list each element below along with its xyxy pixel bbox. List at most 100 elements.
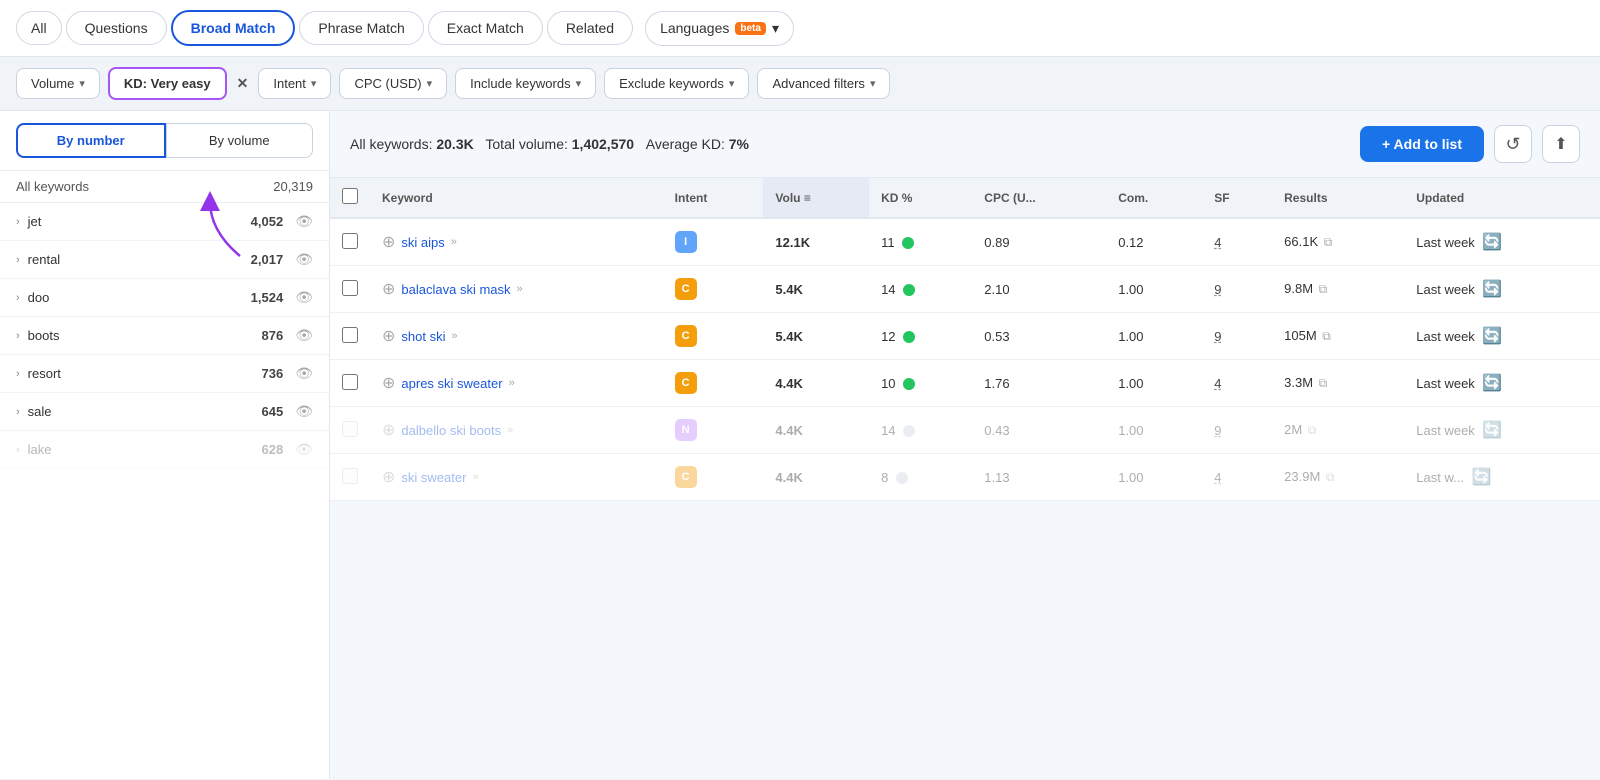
intent-badge: C — [675, 325, 697, 347]
copy-icon[interactable]: ⧉ — [1324, 235, 1333, 249]
intent-filter-btn[interactable]: Intent ▾ — [258, 68, 331, 99]
visibility-icon[interactable]: 👁 — [295, 441, 313, 458]
row-checkbox[interactable] — [342, 374, 358, 390]
sidebar-header-count: 20,319 — [273, 179, 313, 194]
tab-questions[interactable]: Questions — [66, 11, 167, 45]
copy-icon[interactable]: ⧉ — [1322, 329, 1331, 343]
sidebar-keyword-count: 645 — [262, 404, 284, 419]
cpc-filter-btn[interactable]: CPC (USD) ▾ — [339, 68, 447, 99]
row-checkbox[interactable] — [342, 468, 358, 484]
row-check-cell[interactable] — [330, 360, 370, 407]
tab-all[interactable]: All — [16, 11, 62, 45]
sidebar-item[interactable]: › lake 628 👁 — [0, 431, 329, 469]
keyword-link[interactable]: ⊕ shot ski » — [382, 326, 651, 346]
row-checkbox[interactable] — [342, 421, 358, 437]
export-button[interactable]: ⬆ — [1542, 125, 1580, 163]
keyword-chevron-icon: » — [451, 330, 457, 342]
visibility-icon[interactable]: 👁 — [295, 403, 313, 420]
tabs-bar: All Questions Broad Match Phrase Match E… — [0, 0, 1600, 57]
keyword-link[interactable]: ⊕ ski aips » — [382, 232, 651, 252]
include-keywords-btn[interactable]: Include keywords ▾ — [455, 68, 596, 99]
row-check-cell[interactable] — [330, 313, 370, 360]
row-com-cell: 1.00 — [1106, 313, 1202, 360]
languages-chevron: ▾ — [772, 20, 779, 37]
add-keyword-icon[interactable]: ⊕ — [382, 326, 395, 346]
sidebar-list: › jet 4,052 👁 › rental 2,017 👁 › doo 1,5… — [0, 203, 329, 779]
row-checkbox[interactable] — [342, 233, 358, 249]
row-intent-cell: I — [663, 218, 764, 266]
kd-dot-icon — [896, 472, 908, 484]
by-volume-toggle[interactable]: By volume — [166, 123, 314, 158]
sidebar: By number By volume All keywords 20,319 … — [0, 111, 330, 779]
row-check-cell[interactable] — [330, 266, 370, 313]
row-checkbox[interactable] — [342, 327, 358, 343]
exclude-keywords-btn[interactable]: Exclude keywords ▾ — [604, 68, 749, 99]
sf-value: 4 — [1214, 376, 1221, 391]
visibility-icon[interactable]: 👁 — [295, 251, 313, 268]
refresh-button[interactable]: ↺ — [1494, 125, 1532, 163]
sidebar-item[interactable]: › rental 2,017 👁 — [0, 241, 329, 279]
sidebar-keyword-label: resort — [28, 366, 256, 381]
row-refresh-icon[interactable]: 🔄 — [1482, 422, 1502, 439]
sidebar-keyword-count: 4,052 — [251, 214, 284, 229]
row-check-cell[interactable] — [330, 407, 370, 454]
tab-phrase-match[interactable]: Phrase Match — [299, 11, 423, 45]
add-keyword-icon[interactable]: ⊕ — [382, 279, 395, 299]
row-refresh-icon[interactable]: 🔄 — [1482, 375, 1502, 392]
copy-icon[interactable]: ⧉ — [1308, 423, 1317, 437]
sidebar-item[interactable]: › jet 4,052 👁 — [0, 203, 329, 241]
row-volume-cell: 4.4K — [763, 360, 869, 407]
sidebar-item[interactable]: › doo 1,524 👁 — [0, 279, 329, 317]
by-number-toggle[interactable]: By number — [16, 123, 166, 158]
visibility-icon[interactable]: 👁 — [295, 213, 313, 230]
select-all-checkbox[interactable] — [342, 188, 358, 204]
expand-arrow-icon: › — [16, 292, 20, 304]
visibility-icon[interactable]: 👁 — [295, 365, 313, 382]
add-keyword-icon[interactable]: ⊕ — [382, 420, 395, 440]
col-volume[interactable]: Volu ≡ — [763, 178, 869, 218]
row-refresh-icon[interactable]: 🔄 — [1482, 234, 1502, 251]
kd-filter-close-btn[interactable]: ✕ — [235, 75, 251, 92]
tab-related[interactable]: Related — [547, 11, 633, 45]
row-check-cell[interactable] — [330, 218, 370, 266]
sf-value: 4 — [1214, 470, 1221, 485]
row-updated-cell: Last week 🔄 — [1404, 218, 1600, 266]
row-refresh-icon[interactable]: 🔄 — [1472, 469, 1492, 486]
add-to-list-button[interactable]: + Add to list — [1360, 126, 1484, 162]
intent-badge: I — [675, 231, 697, 253]
row-cpc-cell: 1.76 — [972, 360, 1106, 407]
keyword-link[interactable]: ⊕ apres ski sweater » — [382, 373, 651, 393]
visibility-icon[interactable]: 👁 — [295, 327, 313, 344]
row-refresh-icon[interactable]: 🔄 — [1482, 328, 1502, 345]
copy-icon[interactable]: ⧉ — [1319, 282, 1328, 296]
sidebar-item[interactable]: › boots 876 👁 — [0, 317, 329, 355]
visibility-icon[interactable]: 👁 — [295, 289, 313, 306]
row-cpc-cell: 0.89 — [972, 218, 1106, 266]
total-keywords: 20.3K — [436, 136, 473, 152]
row-refresh-icon[interactable]: 🔄 — [1482, 281, 1502, 298]
summary-actions: + Add to list ↺ ⬆ — [1360, 125, 1580, 163]
row-checkbox[interactable] — [342, 280, 358, 296]
keyword-link[interactable]: ⊕ balaclava ski mask » — [382, 279, 651, 299]
add-keyword-icon[interactable]: ⊕ — [382, 232, 395, 252]
copy-icon[interactable]: ⧉ — [1319, 376, 1328, 390]
keyword-link[interactable]: ⊕ ski sweater » — [382, 467, 651, 487]
tab-exact-match[interactable]: Exact Match — [428, 11, 543, 45]
volume-filter-btn[interactable]: Volume ▾ — [16, 68, 100, 99]
add-keyword-icon[interactable]: ⊕ — [382, 467, 395, 487]
sidebar-item[interactable]: › resort 736 👁 — [0, 355, 329, 393]
add-keyword-icon[interactable]: ⊕ — [382, 373, 395, 393]
row-check-cell[interactable] — [330, 454, 370, 501]
advanced-filters-btn[interactable]: Advanced filters ▾ — [757, 68, 890, 99]
kd-filter-btn[interactable]: KD: Very easy — [108, 67, 227, 100]
tab-broad-match[interactable]: Broad Match — [171, 10, 296, 46]
table-row: ⊕ ski aips » I 12.1K 11 0.89 0.12 4 66.1… — [330, 218, 1600, 266]
table-body: ⊕ ski aips » I 12.1K 11 0.89 0.12 4 66.1… — [330, 218, 1600, 501]
keyword-link[interactable]: ⊕ dalbello ski boots » — [382, 420, 651, 440]
tab-languages[interactable]: Languages beta ▾ — [645, 11, 794, 46]
row-kd-cell: 14 — [869, 266, 972, 313]
sidebar-item[interactable]: › sale 645 👁 — [0, 393, 329, 431]
copy-icon[interactable]: ⧉ — [1326, 470, 1335, 484]
kd-dot-icon — [903, 284, 915, 296]
sidebar-keyword-label: boots — [28, 328, 256, 343]
